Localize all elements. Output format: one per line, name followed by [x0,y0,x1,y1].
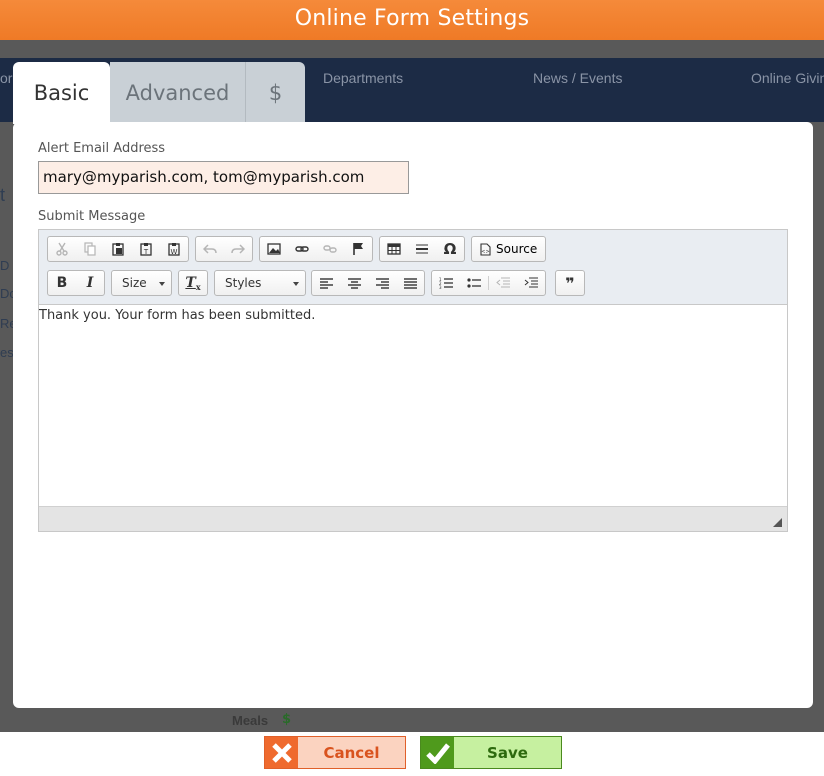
cancel-button[interactable]: Cancel [264,736,406,769]
italic-button[interactable]: I [76,271,104,295]
basic-styles-group: B I [47,270,105,296]
alert-email-label: Alert Email Address [38,141,166,156]
editor-content[interactable]: Thank you. Your form has been submitted. [39,305,787,506]
size-label: Size [122,276,147,290]
dollar-icon: $ [282,712,292,727]
unlink-icon[interactable] [316,237,344,261]
source-icon: <> [480,242,491,256]
paste-word-icon[interactable]: W [160,237,188,261]
tab-advanced[interactable]: Advanced [110,62,245,124]
background-nav-item: Departments [323,70,404,86]
submit-message-label: Submit Message [38,209,146,224]
align-center-icon[interactable] [340,271,368,295]
clipboard-group: T W [47,236,189,262]
anchor-flag-icon[interactable] [344,237,372,261]
bulleted-list-icon[interactable] [460,271,488,295]
size-dropdown[interactable]: Size [111,270,172,296]
tab-basic[interactable]: Basic [13,62,110,124]
paste-text-icon[interactable]: T [132,237,160,261]
background-text: t [0,185,6,205]
source-button[interactable]: <> Source [472,237,545,261]
decrease-indent-icon[interactable] [489,271,517,295]
close-icon [265,737,298,768]
blockquote-icon[interactable]: ❞ [556,271,584,295]
save-label: Save [487,743,528,762]
tab-payment[interactable]: $ [245,62,305,124]
alert-email-input[interactable]: mary@myparish.com, tom@myparish.com [38,161,409,194]
special-char-icon[interactable]: Ω [436,237,464,261]
svg-text:W: W [171,248,178,256]
cancel-label: Cancel [323,743,380,762]
copy-icon[interactable] [76,237,104,261]
table-group: Ω [379,236,465,262]
insert-group [259,236,373,262]
background-meals-label: Meals [232,713,269,728]
svg-text:3: 3 [439,285,442,289]
rich-text-editor: T W Ω <> Source B I Size T x Styles 1 2 … [38,229,788,532]
background-nav-item: or [0,70,13,86]
alignment-group [311,270,425,296]
blockquote-group: ❞ [555,270,585,296]
styles-label: Styles [225,276,262,290]
cut-icon[interactable] [48,237,76,261]
chevron-down-icon [293,282,299,286]
background-text: es [0,345,14,360]
list-group: 123 [431,270,546,296]
source-label: Source [496,242,538,256]
table-icon[interactable] [380,237,408,261]
background-nav-item: Online Givin [751,70,824,86]
remove-format-group: Tx [178,270,208,296]
save-button[interactable]: Save [420,736,562,769]
align-justify-icon[interactable] [396,271,424,295]
image-icon[interactable] [260,237,288,261]
editor-statusbar [39,506,787,531]
link-icon[interactable] [288,237,316,261]
horizontal-rule-icon[interactable] [408,237,436,261]
resize-handle-icon[interactable] [773,518,782,527]
editor-toolbar: T W Ω <> Source B I Size T x Styles 1 2 … [39,230,787,305]
numbered-list-icon[interactable]: 123 [432,271,460,295]
undo-icon[interactable] [196,237,224,261]
redo-icon[interactable] [224,237,252,261]
align-right-icon[interactable] [368,271,396,295]
styles-dropdown[interactable]: Styles [214,270,306,296]
background-nav-item: News / Events [533,70,623,86]
svg-text:<>: <> [481,249,489,255]
checkmark-icon [421,737,454,768]
increase-indent-icon[interactable] [517,271,545,295]
window-title: Online Form Settings [0,0,824,40]
paste-icon[interactable] [104,237,132,261]
chevron-down-icon [159,282,165,286]
align-left-icon[interactable] [312,271,340,295]
bold-button[interactable]: B [48,271,76,295]
background-text: D [0,258,10,273]
source-group: <> Source [471,236,547,262]
history-group [195,236,253,262]
remove-format-icon[interactable]: Tx [179,271,207,295]
svg-text:T: T [143,248,149,256]
